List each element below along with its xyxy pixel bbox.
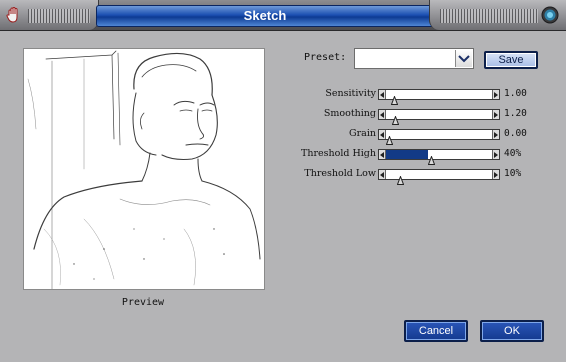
slider-row-sensitivity: Sensitivity 1.00 bbox=[290, 88, 540, 105]
slider-thumb[interactable] bbox=[427, 150, 436, 165]
slider-decrement-icon[interactable] bbox=[379, 110, 386, 119]
slider-fill bbox=[386, 150, 428, 159]
slider-row-threshold-low: Threshold Low 10% bbox=[290, 168, 540, 185]
close-icon[interactable] bbox=[541, 6, 559, 24]
title-grip-right bbox=[440, 9, 538, 23]
slider-label: Sensitivity bbox=[325, 88, 376, 99]
slider-track[interactable] bbox=[378, 169, 500, 185]
hand-icon[interactable] bbox=[5, 6, 23, 24]
save-button[interactable]: Save bbox=[484, 51, 538, 69]
slider-decrement-icon[interactable] bbox=[379, 90, 386, 99]
slider-track[interactable] bbox=[378, 89, 500, 105]
slider-decrement-icon[interactable] bbox=[379, 150, 386, 159]
sketch-preview-image bbox=[23, 48, 265, 290]
slider-value: 1.20 bbox=[504, 108, 527, 119]
slider-row-grain: Grain 0.00 bbox=[290, 128, 540, 145]
slider-decrement-icon[interactable] bbox=[379, 130, 386, 139]
slider-label: Threshold High bbox=[301, 148, 376, 159]
cancel-button[interactable]: Cancel bbox=[404, 320, 468, 342]
slider-track[interactable] bbox=[378, 109, 500, 125]
slider-label: Smoothing bbox=[323, 108, 376, 119]
slider-track[interactable] bbox=[378, 149, 500, 165]
slider-increment-icon[interactable] bbox=[492, 170, 499, 179]
title-grip-left bbox=[28, 9, 90, 23]
slider-label: Threshold Low bbox=[304, 168, 376, 179]
slider-increment-icon[interactable] bbox=[492, 130, 499, 139]
slider-row-smoothing: Smoothing 1.20 bbox=[290, 108, 540, 125]
slider-row-threshold-high: Threshold High 40% bbox=[290, 148, 540, 165]
preview-label: Preview bbox=[121, 297, 165, 308]
title-bar-right-cap bbox=[429, 0, 566, 30]
slider-value: 40% bbox=[504, 148, 522, 159]
slider-thumb[interactable] bbox=[396, 170, 405, 185]
title-banner: Sketch bbox=[96, 5, 434, 27]
slider-value: 10% bbox=[504, 168, 522, 179]
slider-label: Grain bbox=[349, 128, 376, 139]
chevron-down-icon[interactable] bbox=[455, 50, 472, 67]
slider-increment-icon[interactable] bbox=[492, 90, 499, 99]
slider-increment-icon[interactable] bbox=[492, 150, 499, 159]
window-title: Sketch bbox=[243, 8, 287, 23]
title-bar-left-cap bbox=[0, 0, 99, 30]
preset-label: Preset: bbox=[304, 52, 347, 63]
slider-thumb[interactable] bbox=[391, 110, 400, 125]
slider-value: 1.00 bbox=[504, 88, 527, 99]
slider-thumb[interactable] bbox=[385, 130, 394, 145]
ok-button[interactable]: OK bbox=[480, 320, 544, 342]
slider-thumb[interactable] bbox=[390, 90, 399, 105]
slider-decrement-icon[interactable] bbox=[379, 170, 386, 179]
slider-track[interactable] bbox=[378, 129, 500, 145]
title-bar[interactable]: Sketch bbox=[0, 0, 566, 31]
slider-value: 0.00 bbox=[504, 128, 527, 139]
preset-dropdown[interactable] bbox=[354, 48, 474, 69]
slider-increment-icon[interactable] bbox=[492, 110, 499, 119]
